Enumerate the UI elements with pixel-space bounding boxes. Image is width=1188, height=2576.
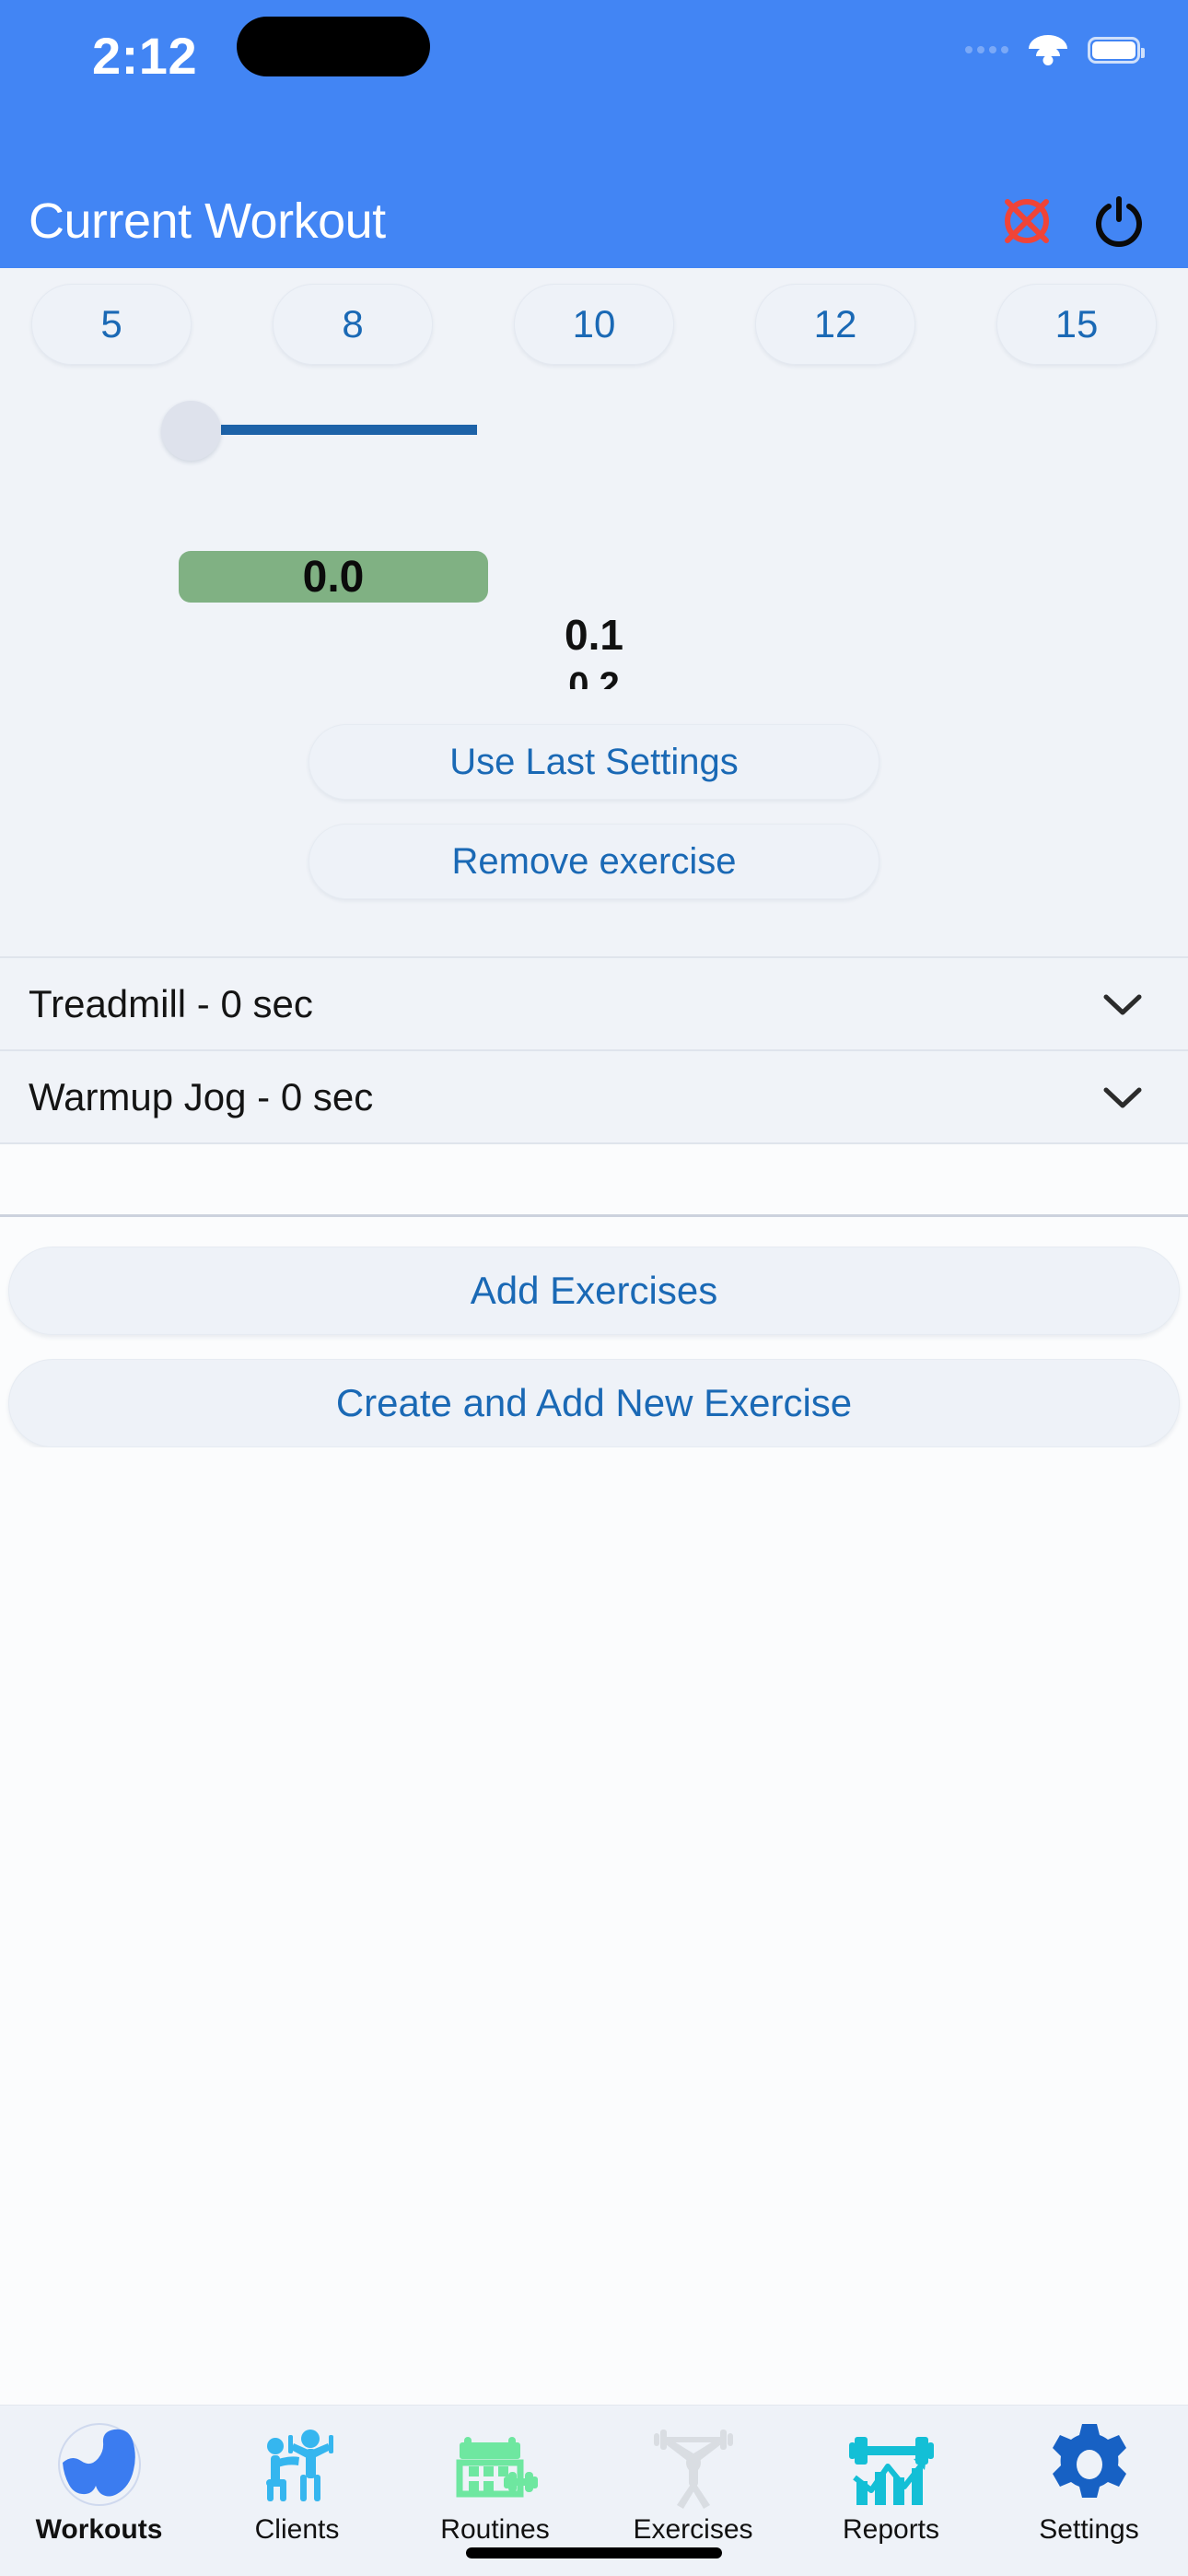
rep-option-label: 12 <box>813 302 857 345</box>
tab-label: Exercises <box>633 2514 753 2545</box>
tab-exercises[interactable]: Exercises <box>594 2406 792 2546</box>
exercise-list-item[interactable]: Treadmill - 0 sec <box>0 958 1188 1051</box>
gear-icon <box>1045 2417 1134 2512</box>
dumbbell-chart-icon <box>847 2417 936 2512</box>
power-icon <box>1096 195 1142 247</box>
rep-option-label: 10 <box>572 302 616 345</box>
list-spacer-2 <box>0 1217 1188 1247</box>
remove-exercise-button[interactable]: Remove exercise <box>309 824 879 899</box>
status-time: 2:12 <box>92 27 198 85</box>
tab-workouts[interactable]: Workouts <box>0 2406 198 2546</box>
reps-slider[interactable] <box>0 365 1188 503</box>
page-title: Current Workout <box>29 193 386 249</box>
rep-options-row: 5 8 10 12 15 <box>0 268 1188 365</box>
weight-picker-option[interactable]: 0.2 <box>0 665 1188 689</box>
navigation-bar: Current Workout <box>0 173 1188 268</box>
tab-label: Settings <box>1039 2514 1139 2545</box>
dynamic-island <box>237 17 430 76</box>
rep-option-button[interactable]: 12 <box>755 284 915 365</box>
slider-track <box>221 425 477 435</box>
tab-reports[interactable]: Reports <box>792 2406 990 2546</box>
cancel-workout-button[interactable] <box>998 193 1055 250</box>
bicep-flex-icon <box>55 2417 144 2512</box>
end-workout-power-button[interactable] <box>1090 193 1147 250</box>
status-icons <box>965 35 1145 65</box>
tab-routines[interactable]: Routines <box>396 2406 594 2546</box>
status-bar: 2:12 <box>0 0 1188 173</box>
tab-bar: Workouts Clients Routines Exercises Repo… <box>0 2405 1188 2576</box>
cancel-circle-x-icon <box>1005 198 1049 243</box>
phone-screen: 2:12 Current Workout 5 8 10 12 15 0.0 0.… <box>0 0 1188 2576</box>
use-last-settings-button[interactable]: Use Last Settings <box>309 724 879 800</box>
tab-settings[interactable]: Settings <box>990 2406 1188 2546</box>
add-exercises-button[interactable]: Add Exercises <box>8 1247 1180 1335</box>
exercise-name-label: Warmup Jog - 0 sec <box>29 1074 374 1118</box>
nav-actions <box>998 193 1147 250</box>
home-indicator <box>466 2547 722 2558</box>
rep-option-label: 15 <box>1054 302 1099 345</box>
two-people-icon <box>253 2417 342 2512</box>
rep-option-label: 5 <box>100 302 122 345</box>
scroll-content[interactable]: 5 8 10 12 15 0.0 0.1 0.2 Use Last Settin… <box>0 268 1188 2405</box>
rep-option-button[interactable]: 15 <box>996 284 1157 365</box>
battery-icon <box>1088 36 1145 64</box>
weightlifter-icon <box>649 2417 738 2512</box>
wifi-icon <box>1029 35 1067 65</box>
footer-actions: Add Exercises Create and Add New Exercis… <box>0 1247 1188 1447</box>
create-and-add-new-exercise-button[interactable]: Create and Add New Exercise <box>8 1359 1180 1447</box>
list-spacer <box>0 1144 1188 1217</box>
exercise-list-item[interactable]: Warmup Jog - 0 sec <box>0 1051 1188 1144</box>
weight-picker[interactable]: 0.0 0.1 0.2 <box>0 503 1188 724</box>
chevron-down-icon[interactable] <box>1101 990 1144 1018</box>
cellular-dots-icon <box>965 46 1008 53</box>
tab-label: Routines <box>440 2514 550 2545</box>
tab-label: Clients <box>254 2514 340 2545</box>
tab-label: Reports <box>842 2514 940 2545</box>
rep-option-button[interactable]: 5 <box>31 284 192 365</box>
exercise-editor-panel: 5 8 10 12 15 0.0 0.1 0.2 Use Last Settin… <box>0 268 1188 958</box>
weight-picker-option[interactable]: 0.1 <box>0 610 1188 660</box>
rep-option-button[interactable]: 8 <box>273 284 433 365</box>
tab-label: Workouts <box>35 2514 163 2545</box>
tab-clients[interactable]: Clients <box>198 2406 396 2546</box>
rep-option-label: 8 <box>342 302 364 345</box>
chevron-down-icon[interactable] <box>1101 1083 1144 1111</box>
editor-action-buttons: Use Last Settings Remove exercise <box>0 724 1188 956</box>
calendar-dumbbell-icon <box>451 2417 540 2512</box>
bottom-spacer <box>0 1447 1188 2405</box>
weight-picker-selected[interactable]: 0.0 <box>179 551 488 603</box>
slider-thumb[interactable] <box>161 401 221 461</box>
rep-option-button[interactable]: 10 <box>514 284 674 365</box>
exercise-name-label: Treadmill - 0 sec <box>29 981 313 1025</box>
